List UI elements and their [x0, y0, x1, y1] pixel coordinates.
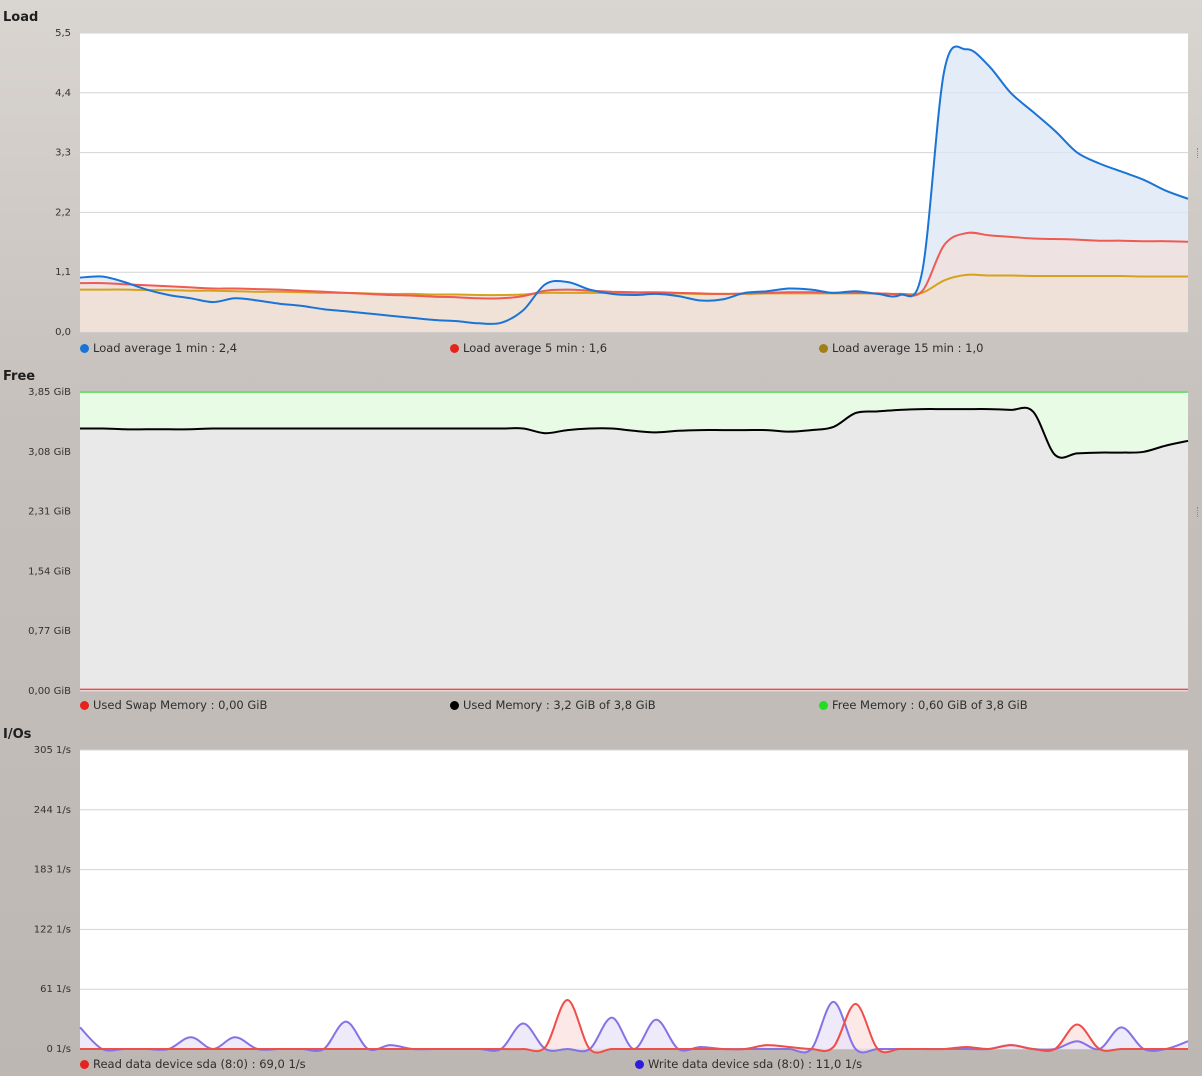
y-tick-label: 0 1/s	[47, 1044, 71, 1055]
free-resize-handle[interactable]	[1197, 507, 1200, 517]
y-tick-label: 3,3	[55, 148, 71, 159]
ios-panel: I/Os 0 1/s 61 1/s 122 1/s 183 1/s 244 1/s 305…	[0, 727, 1202, 1076]
legend-label: Write data device sda (8:0) : 11,0 1/s	[648, 1057, 863, 1071]
legend-label: Used Memory : 3,2 GiB of 3,8 GiB	[463, 698, 656, 712]
y-tick-label: 183 1/s	[34, 865, 71, 876]
used-memory-area	[80, 407, 1188, 691]
legend-dot	[819, 344, 828, 353]
legend-load-15min: Load average 15 min : 1,0	[819, 341, 983, 355]
load-chart: 0,0 1,1 2,2 3,3 4,4 5,5	[55, 28, 1189, 338]
free-panel: Free 0,00 GiB 0,77 GiB 1,54 GiB 2,31 GiB 3,0…	[0, 369, 1202, 719]
load-panel: Load 0,0 1,1 2,2 3,3 4,4 5,5 Load average 1 m…	[0, 10, 1202, 360]
y-tick-label: 0,00 GiB	[28, 686, 71, 697]
y-tick-label: 2,31 GiB	[28, 507, 71, 518]
y-tick-label: 244 1/s	[34, 805, 71, 816]
legend-dot	[80, 701, 89, 710]
y-tick-label: 0,0	[55, 327, 71, 338]
legend-load-1min: Load average 1 min : 2,4	[80, 341, 237, 355]
y-tick-label: 5,5	[55, 28, 71, 39]
load-resize-handle[interactable]	[1197, 148, 1200, 158]
legend-used-memory: Used Memory : 3,2 GiB of 3,8 GiB	[450, 698, 656, 712]
legend-label: Used Swap Memory : 0,00 GiB	[93, 698, 268, 712]
ios-chart: 0 1/s 61 1/s 122 1/s 183 1/s 244 1/s 305 1/s	[34, 745, 1189, 1055]
y-tick-label: 61 1/s	[40, 984, 71, 995]
legend-label: Read data device sda (8:0) : 69,0 1/s	[93, 1057, 306, 1071]
legend-label: Free Memory : 0,60 GiB of 3,8 GiB	[832, 698, 1028, 712]
free-legend: Used Swap Memory : 0,00 GiB Used Memory …	[80, 698, 1190, 714]
ios-legend: Read data device sda (8:0) : 69,0 1/s Wr…	[80, 1057, 1190, 1073]
load-legend: Load average 1 min : 2,4 Load average 5 …	[80, 341, 1190, 357]
plot-area	[80, 750, 1188, 1049]
legend-label: Load average 15 min : 1,0	[832, 341, 984, 355]
y-tick-label: 4,4	[55, 88, 71, 99]
legend-label: Load average 1 min : 2,4	[93, 341, 238, 355]
legend-used-swap: Used Swap Memory : 0,00 GiB	[80, 698, 267, 712]
y-tick-label: 122 1/s	[34, 924, 71, 935]
y-tick-label: 0,77 GiB	[28, 626, 71, 637]
legend-free-memory: Free Memory : 0,60 GiB of 3,8 GiB	[819, 698, 1028, 712]
legend-dot	[80, 1060, 89, 1069]
y-tick-label: 3,08 GiB	[28, 447, 71, 458]
y-tick-label: 3,85 GiB	[28, 387, 71, 398]
y-tick-label: 305 1/s	[34, 745, 71, 756]
legend-load-5min: Load average 5 min : 1,6	[450, 341, 607, 355]
free-chart: 0,00 GiB 0,77 GiB 1,54 GiB 2,31 GiB 3,08 GiB…	[28, 387, 1189, 697]
legend-dot	[80, 344, 89, 353]
legend-dot	[450, 701, 459, 710]
legend-dot	[450, 344, 459, 353]
legend-label: Load average 5 min : 1,6	[463, 341, 608, 355]
y-tick-label: 1,54 GiB	[28, 566, 71, 577]
y-tick-label: 2,2	[55, 207, 71, 218]
legend-read-sda: Read data device sda (8:0) : 69,0 1/s	[80, 1057, 306, 1071]
legend-dot	[819, 701, 828, 710]
legend-dot	[635, 1060, 644, 1069]
legend-write-sda: Write data device sda (8:0) : 11,0 1/s	[635, 1057, 862, 1071]
y-tick-label: 1,1	[55, 267, 71, 278]
